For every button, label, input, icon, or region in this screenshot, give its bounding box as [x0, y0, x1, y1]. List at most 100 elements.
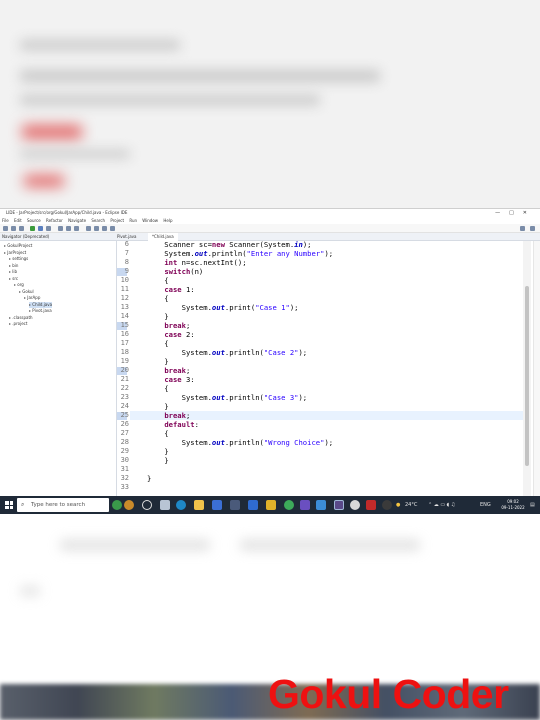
widget-icon[interactable]	[112, 500, 122, 510]
run-icon[interactable]	[30, 226, 35, 231]
language-indicator[interactable]: ENG	[480, 496, 491, 514]
editor-scrollbar[interactable]	[523, 241, 531, 497]
save-icon[interactable]	[11, 226, 16, 231]
edge-icon[interactable]	[176, 500, 186, 510]
menu-run[interactable]: Run	[129, 218, 137, 223]
menu-navigate[interactable]: Navigate	[68, 218, 86, 223]
navigator-item[interactable]: ▸ Child.java	[29, 301, 53, 308]
menu-refactor[interactable]: Refactor	[46, 218, 63, 223]
next-annotation-icon[interactable]	[86, 226, 91, 231]
menu-project[interactable]: Project	[110, 218, 124, 223]
code-line[interactable]: {	[147, 276, 168, 285]
menu-file[interactable]: File	[2, 218, 9, 223]
weather-temp[interactable]: 24°C	[405, 496, 417, 514]
notification-icon[interactable]: ▤	[530, 496, 535, 514]
code-line[interactable]: }	[147, 447, 168, 456]
code-line[interactable]: switch(n)	[147, 267, 203, 276]
navigator-item[interactable]: ▸ JarProject	[4, 250, 26, 256]
code-line[interactable]: {	[147, 294, 168, 303]
code-line[interactable]: System.out.println("Enter any Number");	[147, 249, 333, 258]
file-explorer-icon[interactable]	[194, 500, 204, 510]
app-icon-3[interactable]	[300, 500, 310, 510]
code-line[interactable]: }	[147, 402, 168, 411]
taskbar-search-input[interactable]: ⌕ Type here to search	[17, 498, 109, 512]
app-icon-6[interactable]	[366, 500, 376, 510]
editor-scrollbar-thumb[interactable]	[525, 286, 529, 466]
menu-window[interactable]: Window	[142, 218, 158, 223]
menu-source[interactable]: Source	[27, 218, 41, 223]
code-line[interactable]: case 2:	[147, 330, 194, 339]
code-line[interactable]: {	[147, 429, 168, 438]
tab-pivot-java[interactable]: Pivot.java	[117, 233, 136, 241]
code-token: ;	[185, 411, 191, 420]
code-line[interactable]: }	[147, 474, 151, 483]
code-line[interactable]: System.out.print("Case 1");	[147, 303, 299, 312]
navigator-item[interactable]: ▸ org	[14, 282, 24, 288]
menu-help[interactable]: Help	[163, 218, 172, 223]
prev-annotation-icon[interactable]	[94, 226, 99, 231]
tab-navigator[interactable]: Navigator (Deprecated)	[2, 233, 49, 241]
navigator-item[interactable]: ▸ lib	[9, 269, 17, 275]
app-icon-7[interactable]	[382, 500, 392, 510]
external-tools-icon[interactable]	[46, 226, 51, 231]
code-line[interactable]: Scanner sc=new Scanner(System.in);	[147, 241, 311, 249]
new-icon[interactable]	[3, 226, 8, 231]
navigator-item[interactable]: ▸ src	[9, 276, 18, 282]
window-controls[interactable]: —□✕	[495, 209, 536, 217]
eclipse-taskbar-icon[interactable]	[334, 500, 344, 510]
app-icon-2[interactable]	[266, 500, 276, 510]
debug-icon[interactable]	[38, 226, 43, 231]
navigator-item[interactable]: ▸ .project	[9, 321, 27, 327]
code-line[interactable]: case 3:	[147, 375, 194, 384]
code-line[interactable]: System.out.println("Wrong Choice");	[147, 438, 334, 447]
code-line[interactable]: System.out.println("Case 2");	[147, 348, 308, 357]
code-line[interactable]: {	[147, 384, 168, 393]
store-icon[interactable]	[212, 500, 222, 510]
navigator-item[interactable]: ▸ Pivot.java	[29, 308, 52, 314]
forward-icon[interactable]	[110, 226, 115, 231]
maximize-button[interactable]: □	[509, 210, 523, 216]
code-line[interactable]: break;	[147, 321, 190, 330]
widget-icon-2[interactable]	[124, 500, 134, 510]
minimize-button[interactable]: —	[495, 210, 509, 216]
system-clock[interactable]: 09:02 09-11-2022	[500, 499, 526, 511]
app-icon-4[interactable]	[316, 500, 326, 510]
menu-search[interactable]: Search	[91, 218, 105, 223]
code-line[interactable]: }	[147, 312, 168, 321]
code-line[interactable]: System.out.println("Case 3");	[147, 393, 308, 402]
code-line[interactable]: default:	[147, 420, 199, 429]
navigator-item[interactable]: ▸ settings	[9, 256, 28, 262]
tab-child-java[interactable]: *Child.java	[148, 233, 178, 241]
back-icon[interactable]	[102, 226, 107, 231]
navigator-item[interactable]: ▸ GokulProject	[4, 243, 32, 249]
app-icon-1[interactable]	[248, 500, 258, 510]
app-icon-5[interactable]	[350, 500, 360, 510]
code-line[interactable]: }	[147, 357, 168, 366]
code-line[interactable]: case 1:	[147, 285, 194, 294]
navigator-item[interactable]: ▸ Gokul	[19, 289, 34, 295]
open-type-icon[interactable]	[66, 226, 71, 231]
weather-icon[interactable]: ●	[396, 496, 400, 514]
tray-icons[interactable]: ⌃ ☁ ▭ ◖ ♫	[428, 496, 455, 514]
code-line[interactable]: break;	[147, 366, 190, 375]
code-editor[interactable]: 6 Scanner sc=new Scanner(System.in); 7 Sy…	[117, 241, 523, 497]
cortana-icon[interactable]	[142, 500, 152, 510]
search-icon[interactable]	[74, 226, 79, 231]
new-class-icon[interactable]	[58, 226, 63, 231]
code-line[interactable]: int n=sc.nextInt();	[147, 258, 246, 267]
code-line[interactable]: {	[147, 339, 168, 348]
print-icon[interactable]	[19, 226, 24, 231]
code-line[interactable]: break;	[147, 411, 190, 420]
java-perspective-icon[interactable]	[530, 226, 535, 231]
code-line[interactable]: }	[147, 456, 168, 465]
chrome-icon[interactable]	[284, 500, 294, 510]
perspective-icon[interactable]	[520, 226, 525, 231]
menu-edit[interactable]: Edit	[14, 218, 22, 223]
navigator-item[interactable]: ▸ .classpath	[9, 315, 33, 321]
mail-icon[interactable]	[230, 500, 240, 510]
close-button[interactable]: ✕	[523, 210, 536, 216]
windows-start-icon[interactable]	[5, 501, 13, 509]
navigator-item[interactable]: ▸ JarApp	[24, 295, 40, 301]
navigator-item[interactable]: ▸ bin	[9, 263, 18, 269]
task-view-icon[interactable]	[160, 500, 170, 510]
